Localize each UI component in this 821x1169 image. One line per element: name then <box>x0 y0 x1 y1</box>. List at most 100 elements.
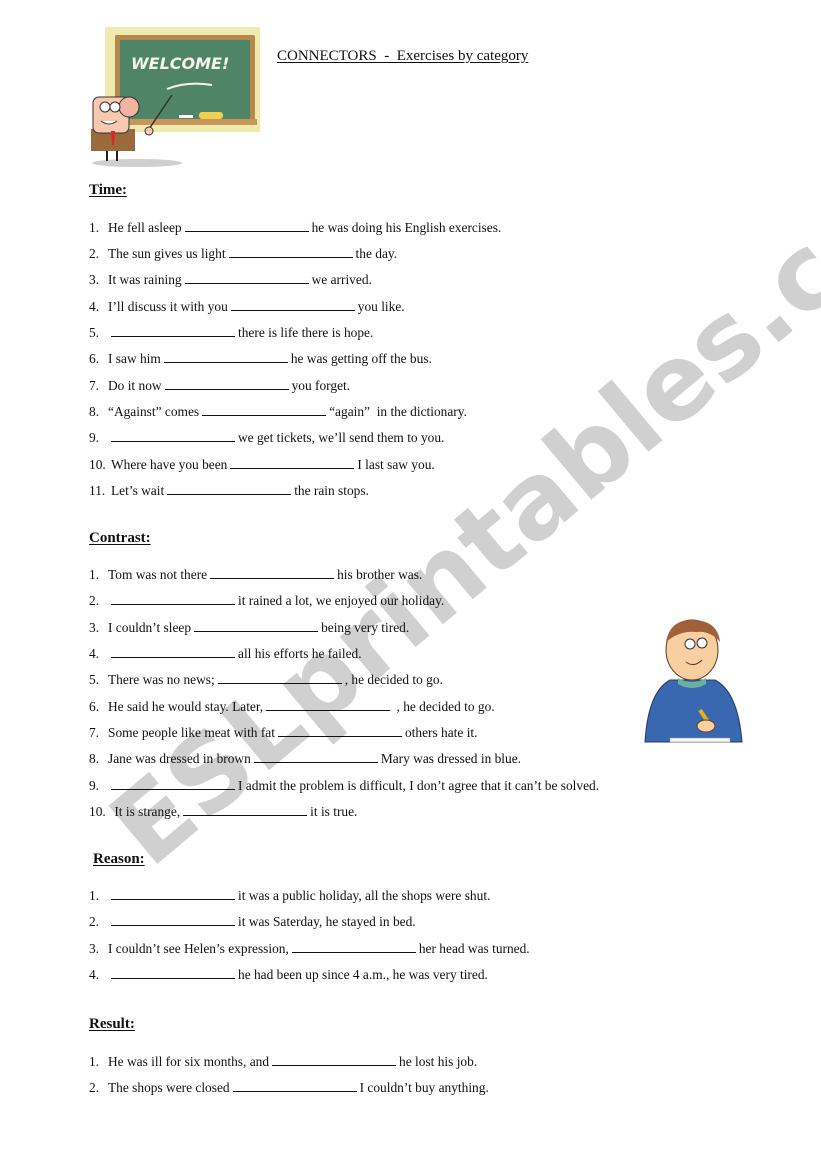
answer-blank[interactable] <box>111 778 235 790</box>
answer-blank[interactable] <box>230 457 355 469</box>
item-text-after: he was getting off the bus. <box>290 351 432 366</box>
item-text-after: I admit the problem is difficult, I don’… <box>238 778 600 793</box>
answer-blank[interactable] <box>183 804 308 816</box>
teacher-nose <box>118 96 140 118</box>
item-text-after: it was a public holiday, all the shops w… <box>238 888 491 903</box>
answer-blank[interactable] <box>272 1054 397 1066</box>
item-number: 5. <box>89 325 100 340</box>
item-text-before: The shops were closed <box>108 1080 230 1095</box>
item-text-after: he was doing his English exercises. <box>311 220 502 235</box>
exercise-item: 6. I saw him he was getting off the bus. <box>89 351 432 367</box>
item-number: 10. <box>89 804 106 819</box>
item-text-after: you forget. <box>291 378 351 393</box>
item-number: 8. <box>89 404 100 419</box>
item-text-after: he lost his job. <box>399 1054 478 1069</box>
section-heading-contrast: Contrast: <box>89 530 151 546</box>
exercise-item: 2. The shops were closed I couldn’t buy an… <box>89 1080 489 1096</box>
paper <box>669 737 731 743</box>
item-text-after: Mary was dressed in blue. <box>380 751 522 766</box>
answer-blank[interactable] <box>111 593 235 605</box>
item-number: 6. <box>89 699 100 714</box>
answer-blank[interactable] <box>111 967 235 979</box>
answer-blank[interactable] <box>253 751 378 763</box>
answer-blank[interactable] <box>232 1080 357 1092</box>
item-number: 3. <box>89 620 100 635</box>
item-text-after: we arrived. <box>311 272 372 287</box>
answer-blank[interactable] <box>194 620 319 632</box>
item-text-before: It is strange, <box>111 804 181 819</box>
answer-blank[interactable] <box>184 272 309 284</box>
item-number: 9. <box>89 778 100 793</box>
item-text-after: it was Saterday, he stayed in bed. <box>238 914 416 929</box>
exercise-item: 2. it was Saterday, he stayed in bed. <box>89 914 416 930</box>
exercise-item: 10. Where have you been I last saw you. <box>89 457 435 473</box>
item-number: 1. <box>89 1054 100 1069</box>
item-number: 5. <box>89 672 100 687</box>
answer-blank[interactable] <box>111 914 235 926</box>
chalk-icon <box>179 115 193 118</box>
item-text-after: , he decided to go. <box>393 699 495 714</box>
answer-blank[interactable] <box>217 672 342 684</box>
item-number: 2. <box>89 593 100 608</box>
item-text-before: He said he would stay. Later, <box>108 699 264 714</box>
item-number: 7. <box>89 725 100 740</box>
item-text-after: “again” in the dictionary. <box>329 404 467 419</box>
exercise-item: 4. all his efforts he failed. <box>89 646 362 662</box>
answer-blank[interactable] <box>111 646 235 658</box>
item-text-after: it is true. <box>310 804 358 819</box>
item-text-after: you like. <box>357 299 405 314</box>
exercise-item: 8. “Against” comes “again” in the dictiona… <box>89 404 467 420</box>
boy-eye <box>684 638 696 650</box>
exercise-item: 6. He said he would stay. Later, , he dec… <box>89 699 495 715</box>
answer-blank[interactable] <box>163 351 288 363</box>
item-text-after: there is life there is hope. <box>238 325 374 340</box>
item-text-after: we get tickets, we’ll send them to you. <box>238 430 445 445</box>
answer-blank[interactable] <box>277 725 402 737</box>
item-text-before: I couldn’t see Helen’s expression, <box>108 941 289 956</box>
item-number: 10. <box>89 457 106 472</box>
item-text-after: the day. <box>355 246 398 261</box>
item-number: 4. <box>89 646 100 661</box>
item-number: 2. <box>89 1080 100 1095</box>
answer-blank[interactable] <box>266 699 391 711</box>
answer-blank[interactable] <box>167 483 292 495</box>
item-text-after: , he decided to go. <box>344 672 443 687</box>
exercise-item: 1. it was a public holiday, all the shops… <box>89 888 490 904</box>
exercise-item: 11. Let’s wait the rain stops. <box>89 483 369 499</box>
item-number: 8. <box>89 751 100 766</box>
item-number: 4. <box>89 967 100 982</box>
answer-blank[interactable] <box>291 941 416 953</box>
item-number: 3. <box>89 272 100 287</box>
eslprintables-watermark: ESLprintables.com <box>88 94 821 889</box>
item-text-before: Do it now <box>108 378 162 393</box>
exercise-item: 3. I couldn’t see Helen’s expression, her … <box>89 941 530 957</box>
item-number: 2. <box>89 246 100 261</box>
item-number: 11. <box>89 483 106 498</box>
item-text-before: Let’s wait <box>111 483 165 498</box>
answer-blank[interactable] <box>111 325 235 337</box>
shadow <box>92 159 182 167</box>
answer-blank[interactable] <box>111 430 235 442</box>
exercise-item: 9. we get tickets, we’ll send them to you… <box>89 430 444 446</box>
answer-blank[interactable] <box>210 567 335 579</box>
answer-blank[interactable] <box>164 378 289 390</box>
answer-blank[interactable] <box>184 220 309 232</box>
item-text-after: others hate it. <box>404 725 478 740</box>
item-text-before: I’ll discuss it with you <box>108 299 228 314</box>
section-heading-result: Result: <box>89 1016 135 1032</box>
chalkboard-text: WELCOME! <box>131 54 229 73</box>
answer-blank[interactable] <box>202 404 327 416</box>
item-text-before: Some people like meat with fat <box>108 725 275 740</box>
exercise-item: 3. I couldn’t sleep being very tired. <box>89 620 409 636</box>
answer-blank[interactable] <box>230 299 355 311</box>
answer-blank[interactable] <box>228 246 353 258</box>
chalk-tray <box>117 119 257 125</box>
worksheet-page: WELCOME! CONNECTORS - Exercises by categ… <box>0 0 821 1169</box>
section-heading-time: Time: <box>89 182 128 198</box>
boy-sweater <box>644 679 743 743</box>
teacher-chalkboard-illustration: WELCOME! <box>91 27 260 167</box>
item-text-after: it rained a lot, we enjoyed our holiday. <box>238 593 445 608</box>
answer-blank[interactable] <box>111 888 235 900</box>
exercise-item: 5. there is life there is hope. <box>89 325 373 341</box>
item-text-after: the rain stops. <box>294 483 369 498</box>
